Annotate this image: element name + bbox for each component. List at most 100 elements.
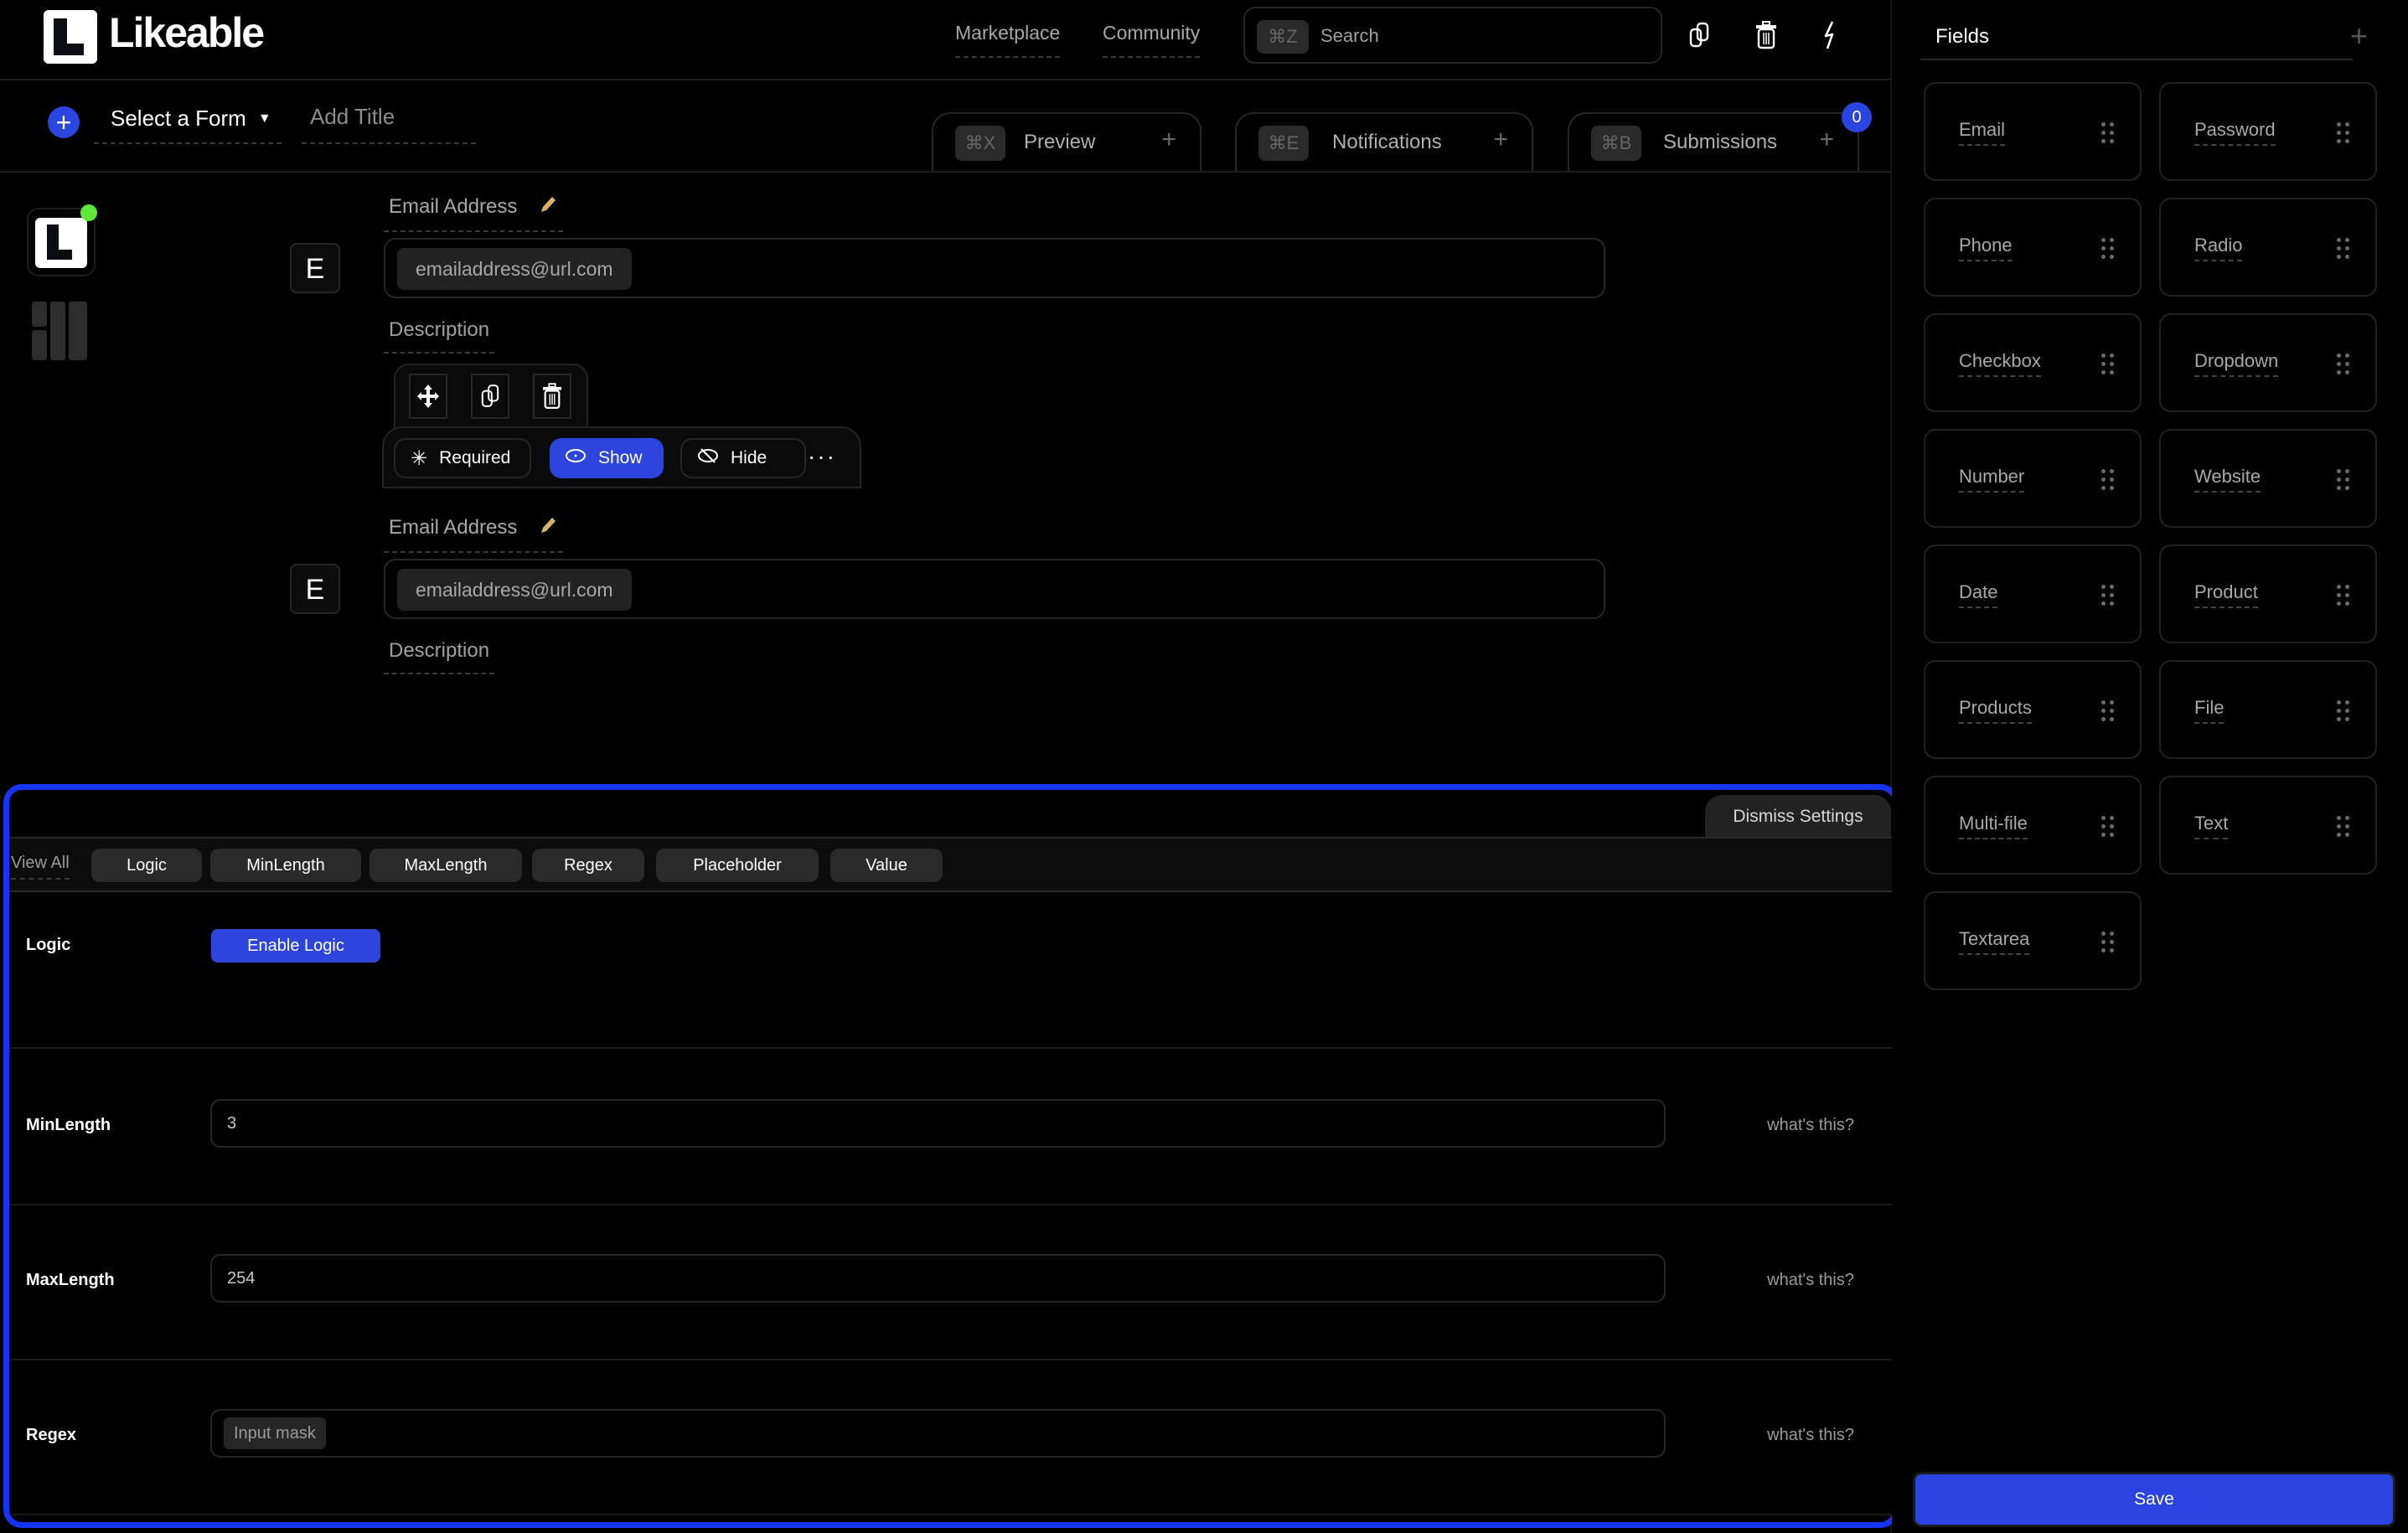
pencil-icon[interactable] [538, 194, 558, 220]
drag-handle-icon[interactable] [2337, 238, 2350, 260]
drag-handle-icon[interactable] [2101, 122, 2115, 144]
drag-handle-icon[interactable] [2101, 238, 2115, 260]
regex-input[interactable]: Input mask [210, 1409, 1666, 1458]
field-label[interactable]: Email Address [384, 194, 564, 232]
lightning-icon[interactable] [1813, 18, 1847, 52]
trash-icon[interactable] [533, 374, 571, 419]
field-type-label: Email [1959, 119, 2006, 146]
drag-handle-icon[interactable] [2337, 585, 2350, 606]
field-type-label: Checkbox [1959, 350, 2041, 377]
field-type-card[interactable]: Products [1924, 660, 2142, 759]
setting-row-regex: Regex Input mask what's this? [9, 1360, 1893, 1515]
field-description[interactable]: Description [384, 639, 495, 674]
tab-submissions[interactable]: ⌘B Submissions + [1568, 112, 1859, 171]
title-input[interactable]: Add Title [302, 104, 476, 144]
field-type-card[interactable]: File [2159, 660, 2377, 759]
form-select-dropdown[interactable]: Select a Form ▼ [94, 106, 282, 144]
copy-icon[interactable] [1682, 18, 1716, 52]
field-description[interactable]: Description [384, 318, 495, 354]
nav-marketplace[interactable]: Marketplace [955, 22, 1061, 58]
drag-handle-icon[interactable] [2101, 585, 2115, 606]
pencil-icon[interactable] [538, 515, 558, 541]
maxlength-input[interactable]: 254 [210, 1254, 1666, 1303]
tab-preview[interactable]: ⌘X Preview + [932, 112, 1201, 171]
dismiss-settings-button[interactable]: Dismiss Settings [1705, 795, 1891, 839]
help-link[interactable]: what's this? [1767, 1116, 1854, 1135]
plus-icon[interactable]: + [1819, 126, 1834, 154]
filter-regex[interactable]: Regex [532, 849, 644, 882]
eye-off-icon [697, 447, 719, 469]
drag-handle-icon[interactable] [2101, 469, 2115, 491]
field-type-card[interactable]: Password [2159, 82, 2377, 181]
more-options-icon[interactable]: ··· [808, 445, 836, 468]
field-type-card[interactable]: Phone [1924, 198, 2142, 297]
field-type-label: Dropdown [2194, 350, 2279, 377]
show-toggle[interactable]: Show [550, 438, 664, 478]
field-type-label: Multi-file [1959, 813, 2028, 839]
drag-handle-icon[interactable] [2101, 354, 2115, 375]
asterisk-icon: ✳ [411, 446, 428, 470]
field-type-label: Products [1959, 697, 2032, 724]
field-value: emailaddress@url.com [397, 569, 632, 611]
drag-handle-icon[interactable] [2101, 816, 2115, 838]
add-field-button[interactable]: + [2350, 18, 2368, 54]
field-type-card[interactable]: Textarea [1924, 891, 2142, 990]
field-type-card[interactable]: Dropdown [2159, 313, 2377, 412]
filter-maxlength[interactable]: MaxLength [369, 849, 522, 882]
field-type-card[interactable]: Radio [2159, 198, 2377, 297]
search-placeholder: Search [1320, 25, 1379, 46]
filter-placeholder[interactable]: Placeholder [656, 849, 819, 882]
email-field[interactable]: emailaddress@url.com [384, 238, 1605, 298]
field-type-card[interactable]: Checkbox [1924, 313, 2142, 412]
setting-label: Logic [26, 936, 71, 954]
add-form-button[interactable]: + [48, 106, 80, 138]
drag-handle-icon[interactable] [2337, 816, 2350, 838]
divider [1920, 59, 2353, 60]
search-input[interactable]: ⌘Z Search [1243, 7, 1662, 64]
sidebar-title: Fields [1935, 25, 1990, 48]
move-icon[interactable] [409, 374, 447, 419]
field-type-card[interactable]: Multi-file [1924, 776, 2142, 875]
minlength-input[interactable]: 3 [210, 1099, 1666, 1148]
drag-handle-icon[interactable] [2337, 469, 2350, 491]
save-button[interactable]: Save [1913, 1472, 2395, 1527]
trash-icon[interactable] [1749, 18, 1783, 52]
view-all-link[interactable]: View All [11, 854, 70, 880]
drag-handle-icon[interactable] [2337, 354, 2350, 375]
plus-icon[interactable]: + [1493, 126, 1508, 154]
required-toggle[interactable]: ✳ Required [394, 438, 531, 478]
filter-logic[interactable]: Logic [91, 849, 202, 882]
field-type-card[interactable]: Text [2159, 776, 2377, 875]
field-type-card[interactable]: Date [1924, 545, 2142, 643]
tab-label: Notifications [1332, 131, 1442, 153]
enable-logic-button[interactable]: Enable Logic [211, 929, 380, 963]
field-type-badge: E [290, 243, 340, 293]
filter-minlength[interactable]: MinLength [210, 849, 361, 882]
hide-toggle[interactable]: Hide [680, 438, 806, 478]
help-link[interactable]: what's this? [1767, 1426, 1854, 1445]
settings-filter-bar: View All Logic MinLength MaxLength Regex… [9, 837, 1893, 892]
drag-handle-icon[interactable] [2337, 122, 2350, 144]
field-type-label: Text [2194, 813, 2229, 839]
email-field[interactable]: emailaddress@url.com [384, 559, 1605, 619]
caret-down-icon: ▼ [257, 111, 271, 126]
field-type-card[interactable]: Email [1924, 82, 2142, 181]
field-visibility-toolbar: ✳ Required Show Hide ··· [382, 426, 861, 488]
plus-icon[interactable]: + [1161, 126, 1176, 154]
top-header: Likeable Marketplace Community ⌘Z Search [0, 0, 1892, 80]
layout-icon[interactable] [32, 302, 87, 360]
field-type-card[interactable]: Number [1924, 429, 2142, 528]
field-type-card[interactable]: Product [2159, 545, 2377, 643]
drag-handle-icon[interactable] [2337, 700, 2350, 722]
drag-handle-icon[interactable] [2101, 700, 2115, 722]
field-type-card[interactable]: Website [2159, 429, 2377, 528]
help-link[interactable]: what's this? [1767, 1271, 1854, 1290]
nav-community[interactable]: Community [1103, 22, 1201, 58]
input-mask-chip[interactable]: Input mask [224, 1417, 326, 1449]
field-label[interactable]: Email Address [384, 515, 564, 553]
drag-handle-icon[interactable] [2101, 932, 2115, 953]
copy-icon[interactable] [471, 374, 509, 419]
brand-logo-icon [44, 10, 97, 64]
filter-value[interactable]: Value [830, 849, 943, 882]
tab-notifications[interactable]: ⌘E Notifications + [1235, 112, 1533, 171]
